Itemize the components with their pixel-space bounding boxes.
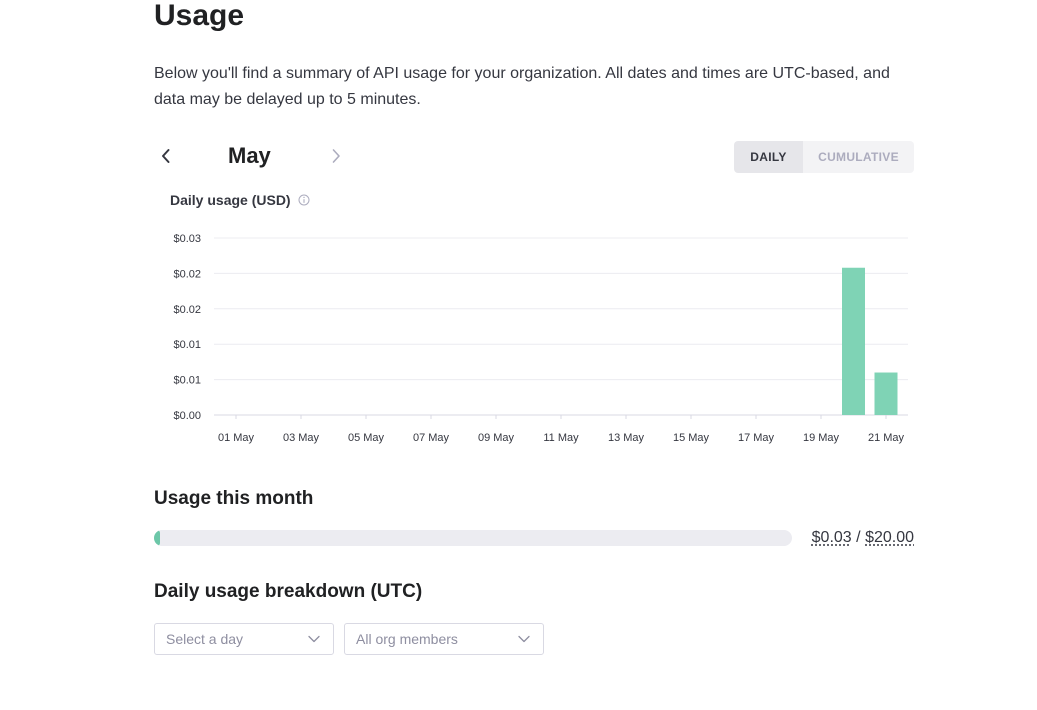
breakdown-title: Daily usage breakdown (UTC) bbox=[154, 581, 423, 602]
daily-toggle-button[interactable]: DAILY bbox=[734, 141, 803, 173]
x-tick-label: 15 May bbox=[673, 432, 710, 444]
month-label: May bbox=[228, 143, 271, 168]
page-title: Usage bbox=[154, 0, 245, 32]
previous-month-button[interactable] bbox=[154, 144, 178, 168]
view-toggle: DAILY CUMULATIVE bbox=[734, 141, 914, 173]
x-tick-label: 05 May bbox=[348, 432, 385, 444]
chart-title-text: Daily usage (USD) bbox=[170, 192, 291, 208]
usage-progress-fill bbox=[154, 530, 160, 546]
y-tick-label: $0.02 bbox=[173, 304, 201, 316]
y-tick-label: $0.01 bbox=[173, 339, 201, 351]
usage-amount: $0.03 / $20.00 bbox=[812, 527, 914, 549]
day-select[interactable]: Select a day bbox=[154, 623, 334, 655]
x-tick-label: 19 May bbox=[803, 432, 840, 444]
usage-progress-bar bbox=[154, 530, 792, 546]
bar bbox=[842, 267, 865, 415]
daily-usage-chart: $0.00 $0.01 $0.01 $0.02 $0.02 $0.03 01 May 03 M… bbox=[173, 233, 908, 444]
x-tick-label: 01 May bbox=[218, 432, 255, 444]
chevron-down-icon bbox=[308, 635, 320, 643]
info-icon[interactable] bbox=[298, 194, 310, 206]
month-navigator: May bbox=[154, 139, 354, 173]
y-tick-label: $0.03 bbox=[173, 233, 201, 245]
x-tick-label: 17 May bbox=[738, 432, 775, 444]
x-tick-label: 03 May bbox=[283, 432, 320, 444]
usage-limit[interactable]: $20.00 bbox=[865, 529, 914, 546]
day-select-value: Select a day bbox=[166, 631, 244, 647]
x-tick-label: 13 May bbox=[608, 432, 645, 444]
chevron-right-icon bbox=[332, 149, 340, 163]
bar bbox=[874, 372, 898, 415]
y-tick-label: $0.01 bbox=[173, 375, 201, 387]
y-tick-label: $0.00 bbox=[173, 410, 201, 422]
members-select[interactable]: All org members bbox=[344, 623, 544, 655]
members-select-value: All org members bbox=[356, 631, 458, 647]
usage-separator: / bbox=[856, 529, 861, 546]
cumulative-toggle-button[interactable]: CUMULATIVE bbox=[803, 141, 914, 173]
x-tick-label: 07 May bbox=[413, 432, 450, 444]
page-description: Below you'll find a summary of API usage… bbox=[154, 65, 890, 108]
x-tick-label: 11 May bbox=[543, 432, 579, 444]
usage-used[interactable]: $0.03 bbox=[812, 529, 852, 546]
x-tick-label: 21 May bbox=[868, 432, 905, 444]
chevron-down-icon bbox=[518, 635, 530, 643]
chart-title: Daily usage (USD) bbox=[170, 190, 310, 210]
y-tick-label: $0.02 bbox=[173, 268, 201, 280]
next-month-button[interactable] bbox=[324, 144, 348, 168]
chevron-left-icon bbox=[162, 149, 170, 163]
usage-month-title: Usage this month bbox=[154, 488, 314, 509]
x-tick-label: 09 May bbox=[478, 432, 515, 444]
